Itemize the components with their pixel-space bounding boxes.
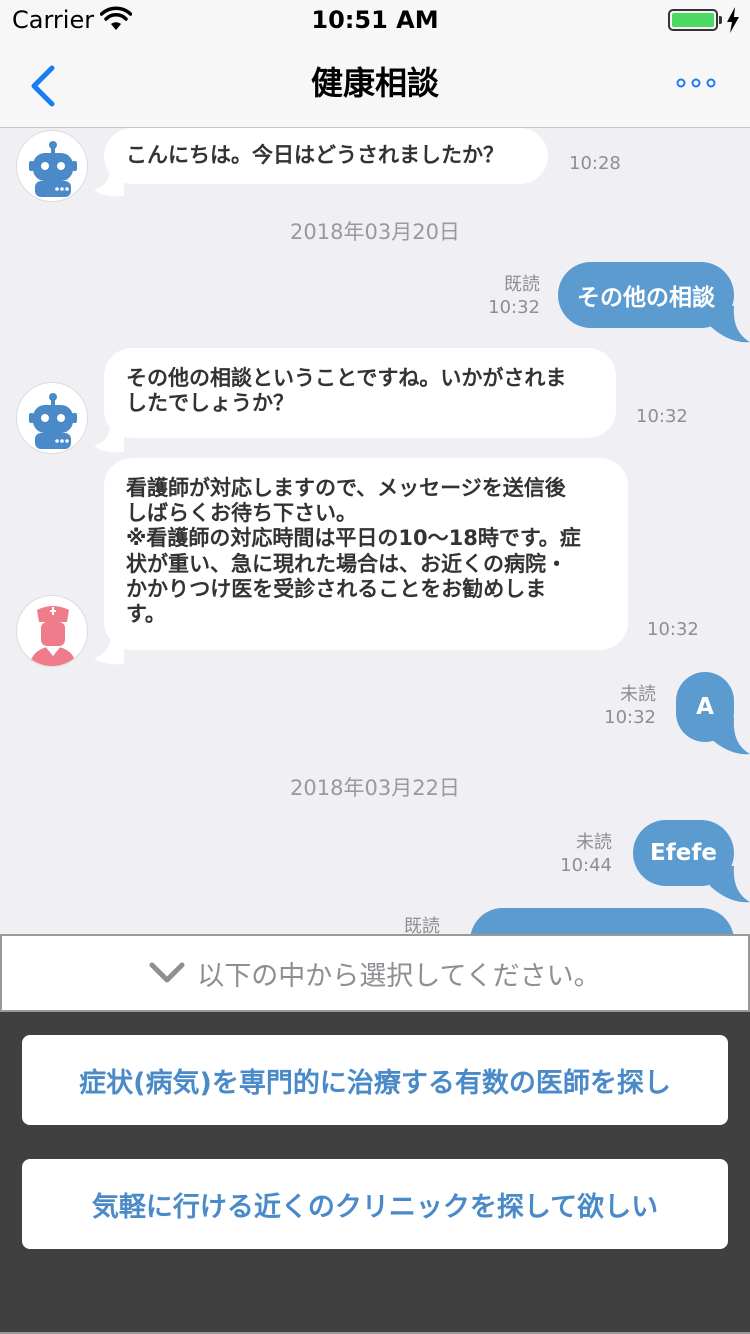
robot-avatar-icon [16, 382, 88, 454]
outgoing-message: Efefe [633, 820, 734, 886]
robot-avatar-icon [16, 130, 88, 202]
navigation-bar: 健康相談 [0, 40, 750, 128]
outgoing-message: A [676, 672, 734, 742]
read-status: 既読 [404, 916, 440, 934]
message-text-line: その他の相談ということですね。いかがされま [126, 366, 567, 390]
message-text-line: す。 [126, 601, 166, 626]
message-meta: 未読 10:44 [550, 832, 612, 877]
option-label: 症状(病気)を専門的に治療する有数の医師を探し [79, 1067, 671, 1099]
charging-bolt-icon [727, 7, 739, 33]
message-text-line: したでしょうか？ [126, 391, 294, 416]
read-status: 未読 [576, 832, 612, 853]
message-time: 10:32 [636, 406, 688, 427]
options-toggle-bar[interactable]: 以下の中から選択してください。 [0, 934, 750, 1012]
option-label: 気軽に行ける近くのクリニックを探して欲しい [91, 1191, 659, 1223]
message-meta: 既読 10:32 [470, 274, 540, 319]
message-text-line: ※看護師の対応時間は平日の10〜18時です。症 [126, 526, 581, 551]
battery-icon [668, 9, 722, 31]
message-time: 10:32 [647, 619, 699, 640]
message-text-line: 看護師が対応しますので、メッセージを送信後 [126, 476, 566, 500]
outgoing-message-partial [470, 908, 734, 934]
message-text-line: かかりつけ医を受診されることをお勧めしま [126, 576, 547, 601]
date-separator: 2018年03月20日 [290, 220, 460, 244]
message-text: A [696, 694, 714, 720]
date-separator: 2018年03月22日 [290, 776, 460, 800]
selection-prompt: 以下の中から選択してください。 [197, 960, 601, 992]
message-time: 10:28 [569, 153, 621, 174]
status-time: 10:51 AM [311, 6, 439, 34]
more-options-icon[interactable] [676, 78, 716, 88]
message-text: Efefe [650, 840, 717, 866]
incoming-message: 看護師が対応しますので、メッセージを送信後 しばらくお待ち下さい。 ※看護師の対… [104, 458, 628, 650]
incoming-message: その他の相談ということですね。いかがされま したでしょうか？ [104, 348, 616, 438]
message-time: 10:32 [604, 706, 656, 728]
message-text: その他の相談 [577, 285, 715, 311]
message-meta: 未読 10:32 [590, 684, 656, 729]
message-time: 10:44 [560, 854, 612, 876]
page-title: 健康相談 [310, 64, 439, 102]
message-text: こんにちは。今日はどうされましたか？ [126, 143, 504, 168]
read-status: 未読 [620, 684, 656, 705]
outgoing-message: その他の相談 [558, 262, 734, 328]
option-button-clinic[interactable]: 気軽に行ける近くのクリニックを探して欲しい [22, 1159, 728, 1249]
message-text-line: 状が重い、急に現れた場合は、お近くの病院・ [126, 551, 567, 576]
option-button-specialist[interactable]: 症状(病気)を専門的に治療する有数の医師を探し [22, 1035, 728, 1125]
incoming-message: こんにちは。今日はどうされましたか？ [104, 128, 548, 184]
options-panel: 症状(病気)を専門的に治療する有数の医師を探し 気軽に行ける近くのクリニックを探… [0, 1012, 750, 1334]
chevron-down-icon [149, 962, 185, 983]
nurse-avatar-icon [16, 595, 88, 667]
status-bar: Carrier 10:51 AM [0, 0, 750, 40]
read-status: 既読 [504, 274, 540, 295]
chat-message-list[interactable]: こんにちは。今日はどうされましたか？ 10:28 2018年03月20日 既読 … [0, 128, 750, 934]
message-text-line: しばらくお待ち下さい。 [126, 501, 357, 526]
message-time: 10:32 [488, 296, 540, 318]
